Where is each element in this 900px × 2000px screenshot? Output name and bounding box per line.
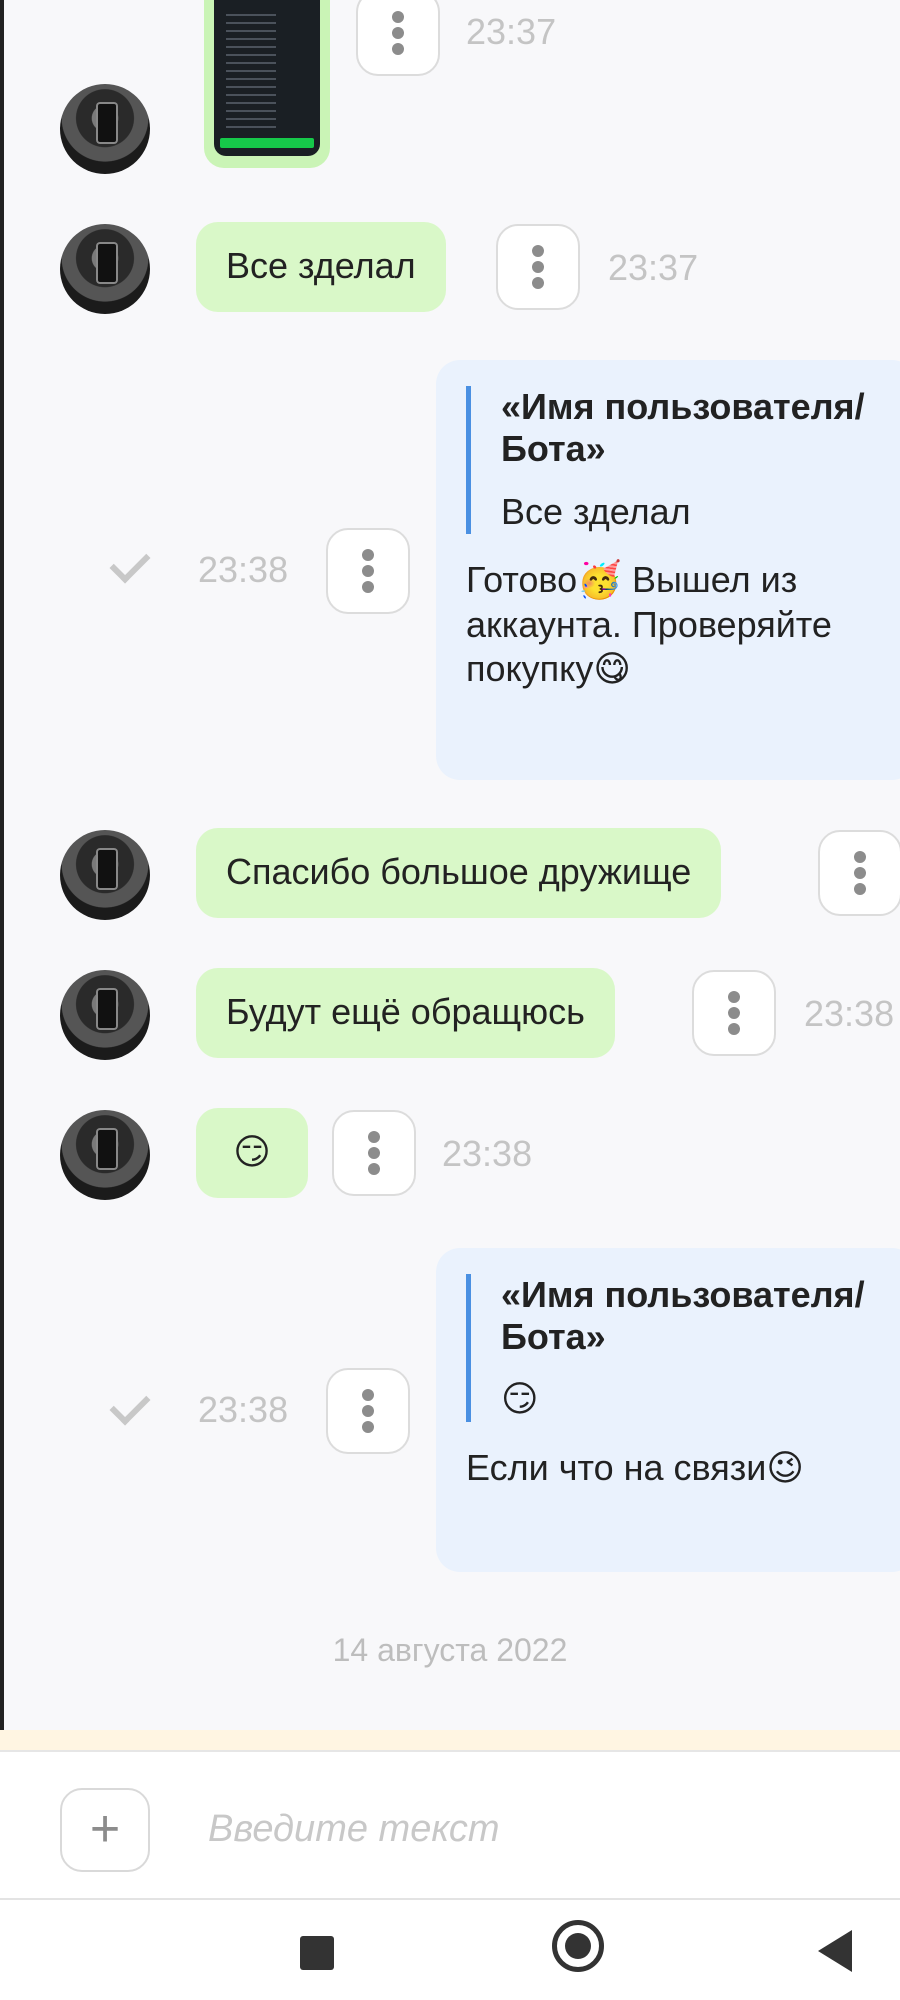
message-time: 23:38 xyxy=(804,993,895,1034)
vertical-dots-icon xyxy=(392,7,404,59)
vertical-dots-icon xyxy=(362,545,374,597)
outgoing-message-bubble[interactable]: «Имя пользователя/ Бота» Все зделал Гото… xyxy=(436,360,900,780)
image-thumbnail xyxy=(214,0,320,156)
message-menu-button[interactable] xyxy=(692,970,776,1056)
wink-face-emoji: 😉 xyxy=(766,1448,804,1489)
check-icon xyxy=(109,1384,151,1426)
message-text: Если что на связи😉 xyxy=(466,1446,896,1491)
message-text: Готово🥳 Вышел из аккаунта. Проверяйте по… xyxy=(466,558,896,692)
incoming-message-bubble[interactable]: Будут ещё обращюсь xyxy=(196,968,615,1058)
reply-quote[interactable]: «Имя пользователя/ Бота» Все зделал xyxy=(466,386,896,534)
message-time: 23:38 xyxy=(442,1133,533,1174)
avatar[interactable] xyxy=(60,970,150,1060)
message-menu-button[interactable] xyxy=(326,1368,410,1454)
quote-author: «Имя пользователя/ Бота» xyxy=(501,386,865,469)
quote-text: 😏 xyxy=(501,1379,539,1420)
vertical-dots-icon xyxy=(854,847,866,899)
message-menu-button[interactable] xyxy=(356,0,440,76)
message-text: Все зделал xyxy=(226,245,416,286)
quote-text: Все зделал xyxy=(501,491,691,532)
thumbnail-button xyxy=(220,138,314,148)
quote-author: «Имя пользователя/ Бота» xyxy=(501,1274,865,1357)
check-icon xyxy=(109,542,151,584)
message-time: 23:37 xyxy=(466,11,557,52)
triangle-back-icon[interactable] xyxy=(818,1930,852,1972)
incoming-message-bubble[interactable]: 😏 xyxy=(196,1108,308,1198)
reply-quote[interactable]: «Имя пользователя/ Бота» 😏 xyxy=(466,1274,896,1422)
message-text-part: Готово xyxy=(466,559,578,600)
incoming-message-bubble[interactable]: Спасибо большое дружище xyxy=(196,828,722,918)
message-time: 23:38 xyxy=(198,549,289,590)
vertical-dots-icon xyxy=(368,1127,380,1179)
smirk-face-emoji: 😏 xyxy=(233,1132,271,1173)
incoming-message-bubble[interactable]: Все зделал xyxy=(196,222,446,312)
plus-icon: + xyxy=(89,1800,121,1858)
message-menu-button[interactable] xyxy=(332,1110,416,1196)
partying-face-emoji: 🥳 xyxy=(577,560,622,601)
vertical-dots-icon xyxy=(532,241,544,293)
message-composer: + xyxy=(0,1750,900,1898)
message-input[interactable] xyxy=(206,1798,850,1860)
message-menu-button[interactable] xyxy=(496,224,580,310)
image-message[interactable] xyxy=(204,0,330,168)
message-menu-button[interactable] xyxy=(818,830,900,916)
system-navigation-bar xyxy=(0,1898,900,2000)
message-text: Спасибо большое дружище xyxy=(226,851,692,892)
thumbnail-content xyxy=(226,8,276,128)
message-text: Будут ещё обращюсь xyxy=(226,991,585,1032)
screen-edge xyxy=(0,0,4,1750)
square-icon[interactable] xyxy=(300,1936,334,1970)
outgoing-message-bubble[interactable]: «Имя пользователя/ Бота» 😏 Если что на с… xyxy=(436,1248,900,1572)
avatar[interactable] xyxy=(60,830,150,920)
vertical-dots-icon xyxy=(362,1385,374,1437)
message-menu-button[interactable] xyxy=(326,528,410,614)
message-time: 23:38 xyxy=(198,1389,289,1430)
circle-icon[interactable] xyxy=(552,1920,604,1972)
notice-strip xyxy=(0,1730,900,1750)
avatar[interactable] xyxy=(60,1110,150,1200)
avatar[interactable] xyxy=(60,84,150,174)
attach-button[interactable]: + xyxy=(60,1788,150,1872)
date-separator: 14 августа 2022 xyxy=(332,1632,568,1668)
vertical-dots-icon xyxy=(728,987,740,1039)
message-text-part: Если что на связи xyxy=(466,1447,767,1488)
avatar[interactable] xyxy=(60,224,150,314)
yum-face-emoji: 😋 xyxy=(593,649,631,690)
message-time: 23:37 xyxy=(608,247,699,288)
